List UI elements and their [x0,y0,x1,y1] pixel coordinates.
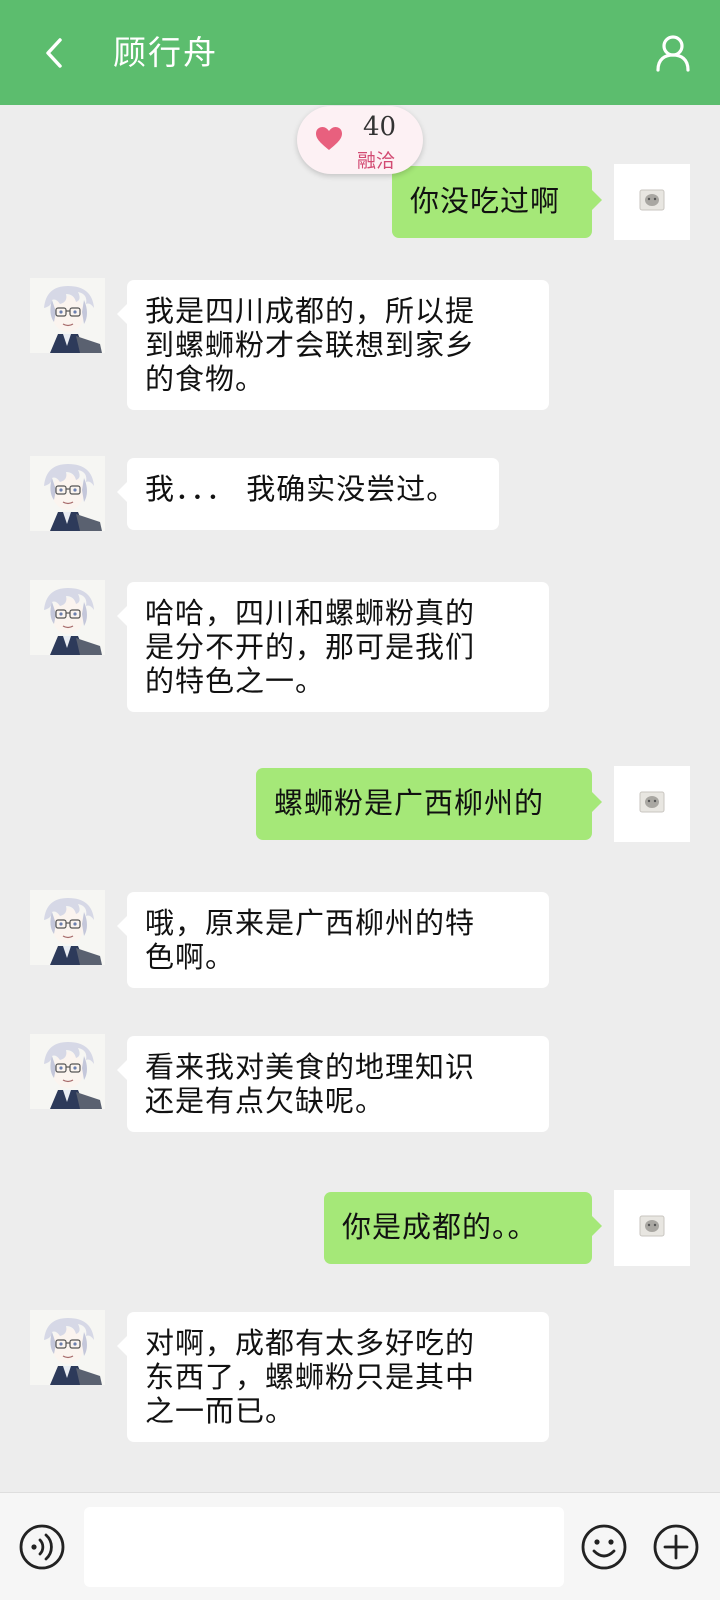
message-row-received: 我．．． 我确实没尝过。 [0,456,720,532]
message-row-received: 看来我对美食的地理知识 还是有点欠缺呢。 [0,1034,720,1132]
message-row-sent: 螺蛳粉是广西柳州的 [0,766,720,842]
message-row-sent: 你没吃过啊 [0,164,720,240]
plus-icon [653,1524,699,1570]
message-line: 你没吃过啊 [410,184,561,218]
message-line: 东西了，螺蛳粉只是其中 [145,1360,476,1394]
chat-header: 顾行舟 [0,0,720,105]
message-row-received: 哈哈，四川和螺蛳粉真的 是分不开的，那可是我们 的特色之一。 [0,580,720,712]
heart-icon [316,127,342,150]
message-bubble[interactable]: 哦，原来是广西柳州的特 色啊。 [117,892,549,988]
chat-title: 顾行舟 [113,33,218,72]
message-row-sent: 你是成都的。。 [0,1190,720,1266]
message-input[interactable] [84,1507,564,1587]
message-line: 的特色之一。 [145,664,326,698]
message-line: 到螺蛳粉才会联想到家乡 [145,328,476,362]
message-line: 之一而已。 [145,1394,296,1428]
affinity-status: 融洽 [357,150,396,172]
message-line: 哈哈，四川和螺蛳粉真的 [145,596,476,630]
message-line: 还是有点欠缺呢。 [145,1084,386,1118]
message-line: 哦，原来是广西柳州的特 [145,906,476,940]
message-row-received: 我是四川成都的，所以提 到螺蛳粉才会联想到家乡 的食物。 [0,278,720,410]
affinity-score: 40 [363,112,397,142]
contact-avatar[interactable] [30,278,105,353]
message-bubble[interactable]: 对啊，成都有太多好吃的 东西了，螺蛳粉只是其中 之一而已。 [117,1312,549,1442]
message-bubble[interactable]: 看来我对美食的地理知识 还是有点欠缺呢。 [117,1036,549,1132]
contact-avatar[interactable] [30,890,105,965]
message-bubble[interactable]: 你没吃过啊 [392,166,602,238]
message-line: 是分不开的，那可是我们 [145,630,476,664]
input-bar [0,1492,720,1600]
contact-avatar[interactable] [30,580,105,655]
message-line: 对啊，成都有太多好吃的 [145,1326,476,1360]
emoji-icon [581,1524,627,1570]
message-row-received: 哦，原来是广西柳州的特 色啊。 [0,890,720,988]
contact-avatar[interactable] [30,1034,105,1109]
emoji-button[interactable] [580,1523,628,1571]
message-bubble[interactable]: 螺蛳粉是广西柳州的 [256,768,602,840]
user-icon [656,35,690,72]
message-line: 我．．． 我确实没尝过。 [145,472,457,506]
contact-avatar[interactable] [30,456,105,531]
my-avatar[interactable] [614,766,690,842]
more-button[interactable] [652,1523,700,1571]
contact-avatar[interactable] [30,1310,105,1385]
message-line: 你是成都的。。 [342,1210,538,1244]
message-row-received: 对啊，成都有太多好吃的 东西了，螺蛳粉只是其中 之一而已。 [0,1310,720,1442]
message-bubble[interactable]: 哈哈，四川和螺蛳粉真的 是分不开的，那可是我们 的特色之一。 [117,582,549,712]
message-bubble[interactable]: 你是成都的。。 [324,1192,602,1264]
voice-button[interactable] [18,1523,66,1571]
message-line: 螺蛳粉是广西柳州的 [274,786,545,820]
message-line: 我是四川成都的，所以提 [145,294,476,328]
profile-button[interactable] [648,28,698,78]
message-bubble[interactable]: 我是四川成都的，所以提 到螺蛳粉才会联想到家乡 的食物。 [117,280,549,410]
voice-icon [19,1524,65,1570]
message-line: 的食物。 [145,362,266,396]
message-line: 看来我对美食的地理知识 [145,1050,476,1084]
chevron-left-icon [46,38,62,68]
message-line: 色啊。 [145,940,236,974]
back-button[interactable] [30,28,80,78]
my-avatar[interactable] [614,1190,690,1266]
my-avatar[interactable] [614,164,690,240]
affinity-badge: 40 融洽 [297,106,423,174]
message-bubble[interactable]: 我．．． 我确实没尝过。 [117,458,499,530]
